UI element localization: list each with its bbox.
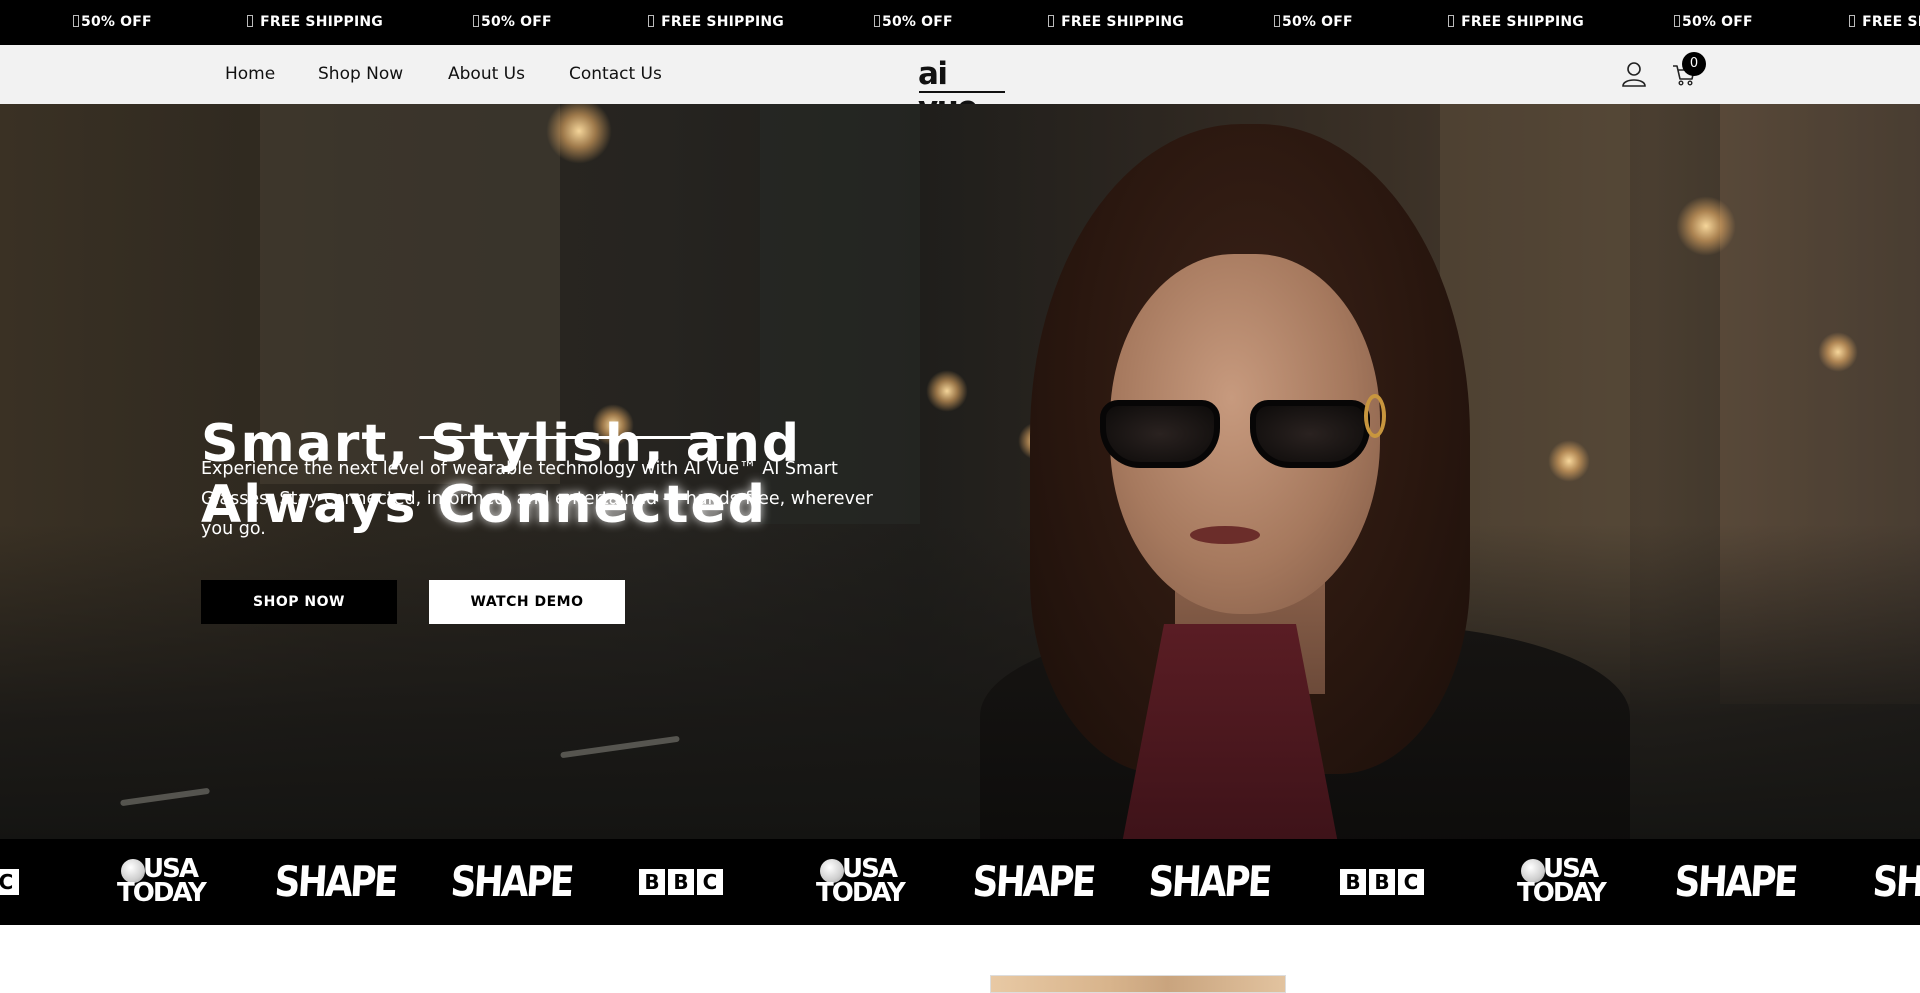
site-header: Home Shop Now About Us Contact Us ai vue xyxy=(0,45,1920,125)
missing-glyph-icon xyxy=(648,15,654,27)
usa-today-logo: USA TODAY xyxy=(1515,839,1607,925)
bbc-letter: B xyxy=(1369,869,1395,895)
missing-glyph-icon xyxy=(73,15,79,27)
usa-today-logo: USA TODAY xyxy=(814,839,906,925)
hero-title-underline xyxy=(419,436,724,439)
shape-logo-text: SHAPE xyxy=(449,857,574,906)
hero-subtitle: Experience the next level of wearable te… xyxy=(201,459,873,539)
next-section xyxy=(0,925,1920,993)
announcement-item: FREE SHI xyxy=(1849,0,1920,45)
missing-glyph-icon xyxy=(1048,15,1054,27)
shape-logo-text: SHAPE xyxy=(273,857,398,906)
site-logo[interactable]: ai vue xyxy=(918,55,1005,125)
glasses-lens xyxy=(1250,400,1370,468)
usa-today-logo-mark: USA TODAY xyxy=(117,855,207,908)
missing-glyph-icon xyxy=(1849,15,1855,27)
account-button[interactable] xyxy=(1621,61,1647,87)
bbc-logo-mark: B B C xyxy=(639,869,723,895)
bbc-logo: C xyxy=(0,839,36,925)
announcement-item: 50% OFF xyxy=(73,0,152,45)
bbc-letter: B xyxy=(668,869,694,895)
shape-logo-text: SHAPE xyxy=(1673,857,1798,906)
announcement-item: FREE SHIPPING xyxy=(1448,0,1584,45)
bokeh-light xyxy=(926,370,968,412)
shape-logo: SHAPE xyxy=(1862,839,1920,925)
bbc-letter: C xyxy=(1398,869,1424,895)
bbc-letter-c: C xyxy=(0,869,19,895)
shape-logo-text: SHAPE xyxy=(1871,857,1920,906)
street xyxy=(0,524,1920,839)
usa-today-logo: USA TODAY xyxy=(115,839,207,925)
street-light xyxy=(546,104,612,164)
announcement-item: 50% OFF xyxy=(473,0,552,45)
announcement-item: 50% OFF xyxy=(874,0,953,45)
bokeh-light xyxy=(1548,440,1590,482)
watch-demo-button[interactable]: WATCH DEMO xyxy=(429,580,625,624)
shape-logo: SHAPE xyxy=(1147,839,1271,925)
user-icon xyxy=(1622,62,1646,87)
bokeh-light xyxy=(1818,332,1858,372)
announcement-item: FREE SHIPPING xyxy=(648,0,784,45)
missing-glyph-icon xyxy=(247,15,253,27)
bbc-letter: C xyxy=(697,869,723,895)
model-earring xyxy=(1364,394,1386,438)
shape-logo-text: SHAPE xyxy=(971,857,1096,906)
shape-logo: SHAPE xyxy=(449,839,573,925)
missing-glyph-icon xyxy=(473,15,479,27)
nav-home[interactable]: Home xyxy=(225,45,275,104)
announcement-item: FREE SHIPPING xyxy=(1048,0,1184,45)
shape-logo: SHAPE xyxy=(1673,839,1797,925)
missing-glyph-icon xyxy=(1274,15,1280,27)
announcement-item: FREE SHIPPING xyxy=(247,0,383,45)
missing-glyph-icon xyxy=(1674,15,1680,27)
street-light xyxy=(1676,196,1736,256)
nav-about-us[interactable]: About Us xyxy=(448,45,525,104)
bbc-logo-mark: C xyxy=(0,869,19,895)
announcement-bar: 50% OFF FREE SHIPPING 50% OFF FREE SHIPP… xyxy=(0,0,1920,45)
today-text: TODAY xyxy=(816,878,906,908)
bbc-logo: B B C xyxy=(1339,839,1425,925)
nav-shop-now[interactable]: Shop Now xyxy=(318,45,403,104)
usa-today-logo-mark: USA TODAY xyxy=(1517,855,1607,908)
shape-logo-text: SHAPE xyxy=(1147,857,1272,906)
nav-contact-us[interactable]: Contact Us xyxy=(569,45,662,104)
announcement-item: 50% OFF xyxy=(1674,0,1753,45)
bbc-logo: B B C xyxy=(638,839,724,925)
bbc-letter: B xyxy=(1340,869,1366,895)
press-logos-strip: C USA TODAY SHAPE SHAPE B B C USA TODAY … xyxy=(0,839,1920,925)
announcement-item: 50% OFF xyxy=(1274,0,1353,45)
announcement-track: 50% OFF FREE SHIPPING 50% OFF FREE SHIPP… xyxy=(0,0,1920,45)
shop-now-button[interactable]: SHOP NOW xyxy=(201,580,397,624)
shape-logo: SHAPE xyxy=(273,839,397,925)
model-lips xyxy=(1190,526,1260,544)
shape-logo: SHAPE xyxy=(971,839,1095,925)
cart-count-badge: 0 xyxy=(1682,52,1706,76)
hero-banner: Smart, Stylish, and Always Connected Exp… xyxy=(0,104,1920,839)
missing-glyph-icon xyxy=(1448,15,1454,27)
usa-today-logo-mark: USA TODAY xyxy=(816,855,906,908)
logo-underline xyxy=(919,91,1005,93)
today-text: TODAY xyxy=(117,878,207,908)
missing-glyph-icon xyxy=(874,15,880,27)
glasses-lens xyxy=(1100,400,1220,468)
smart-glasses xyxy=(1100,392,1400,472)
today-text: TODAY xyxy=(1517,878,1607,908)
bbc-letter: B xyxy=(639,869,665,895)
product-image-preview xyxy=(990,975,1286,993)
bbc-logo-mark: B B C xyxy=(1340,869,1424,895)
